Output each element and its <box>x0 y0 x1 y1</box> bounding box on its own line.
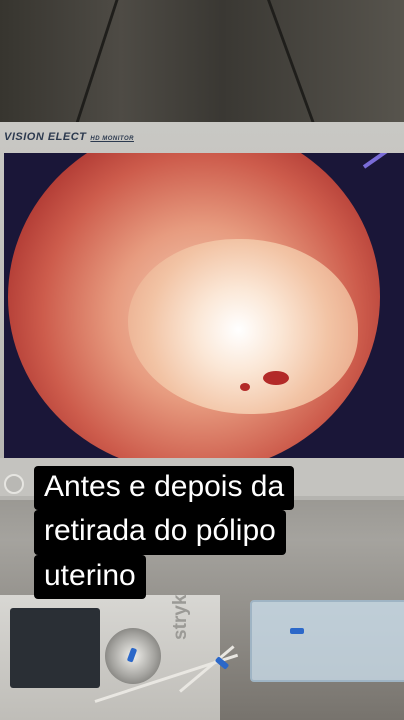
device-brand: stryk <box>170 594 191 640</box>
device-display <box>10 608 100 688</box>
monitor-brand-name: VISION ELECT <box>4 131 87 143</box>
monitor-brand-sub: HD MONITOR <box>90 136 134 142</box>
monitor-screen <box>4 153 404 458</box>
bleeding-spot <box>263 371 289 385</box>
monitor-brand: VISION ELECT HD MONITOR <box>4 131 134 143</box>
caption-line: Antes e depois da <box>34 466 295 511</box>
bleeding-spot <box>240 383 250 391</box>
caption-line: retirada do pólipo <box>34 510 286 555</box>
fluid-reservoir <box>250 600 404 682</box>
caption-line: uterino <box>34 554 146 600</box>
hysteroscope-view <box>8 153 380 458</box>
cabinet-edge <box>74 0 119 126</box>
video-frame: VISION ELECT HD MONITOR stryk Antes e dep… <box>0 0 404 720</box>
surgical-instrument <box>362 153 404 169</box>
video-caption: Antes e depois da retirada do pólipo ute… <box>34 466 380 600</box>
wall-cabinet <box>0 0 404 126</box>
power-button-icon <box>4 474 24 494</box>
tube-connector-icon <box>290 628 304 634</box>
cabinet-edge <box>267 0 316 126</box>
